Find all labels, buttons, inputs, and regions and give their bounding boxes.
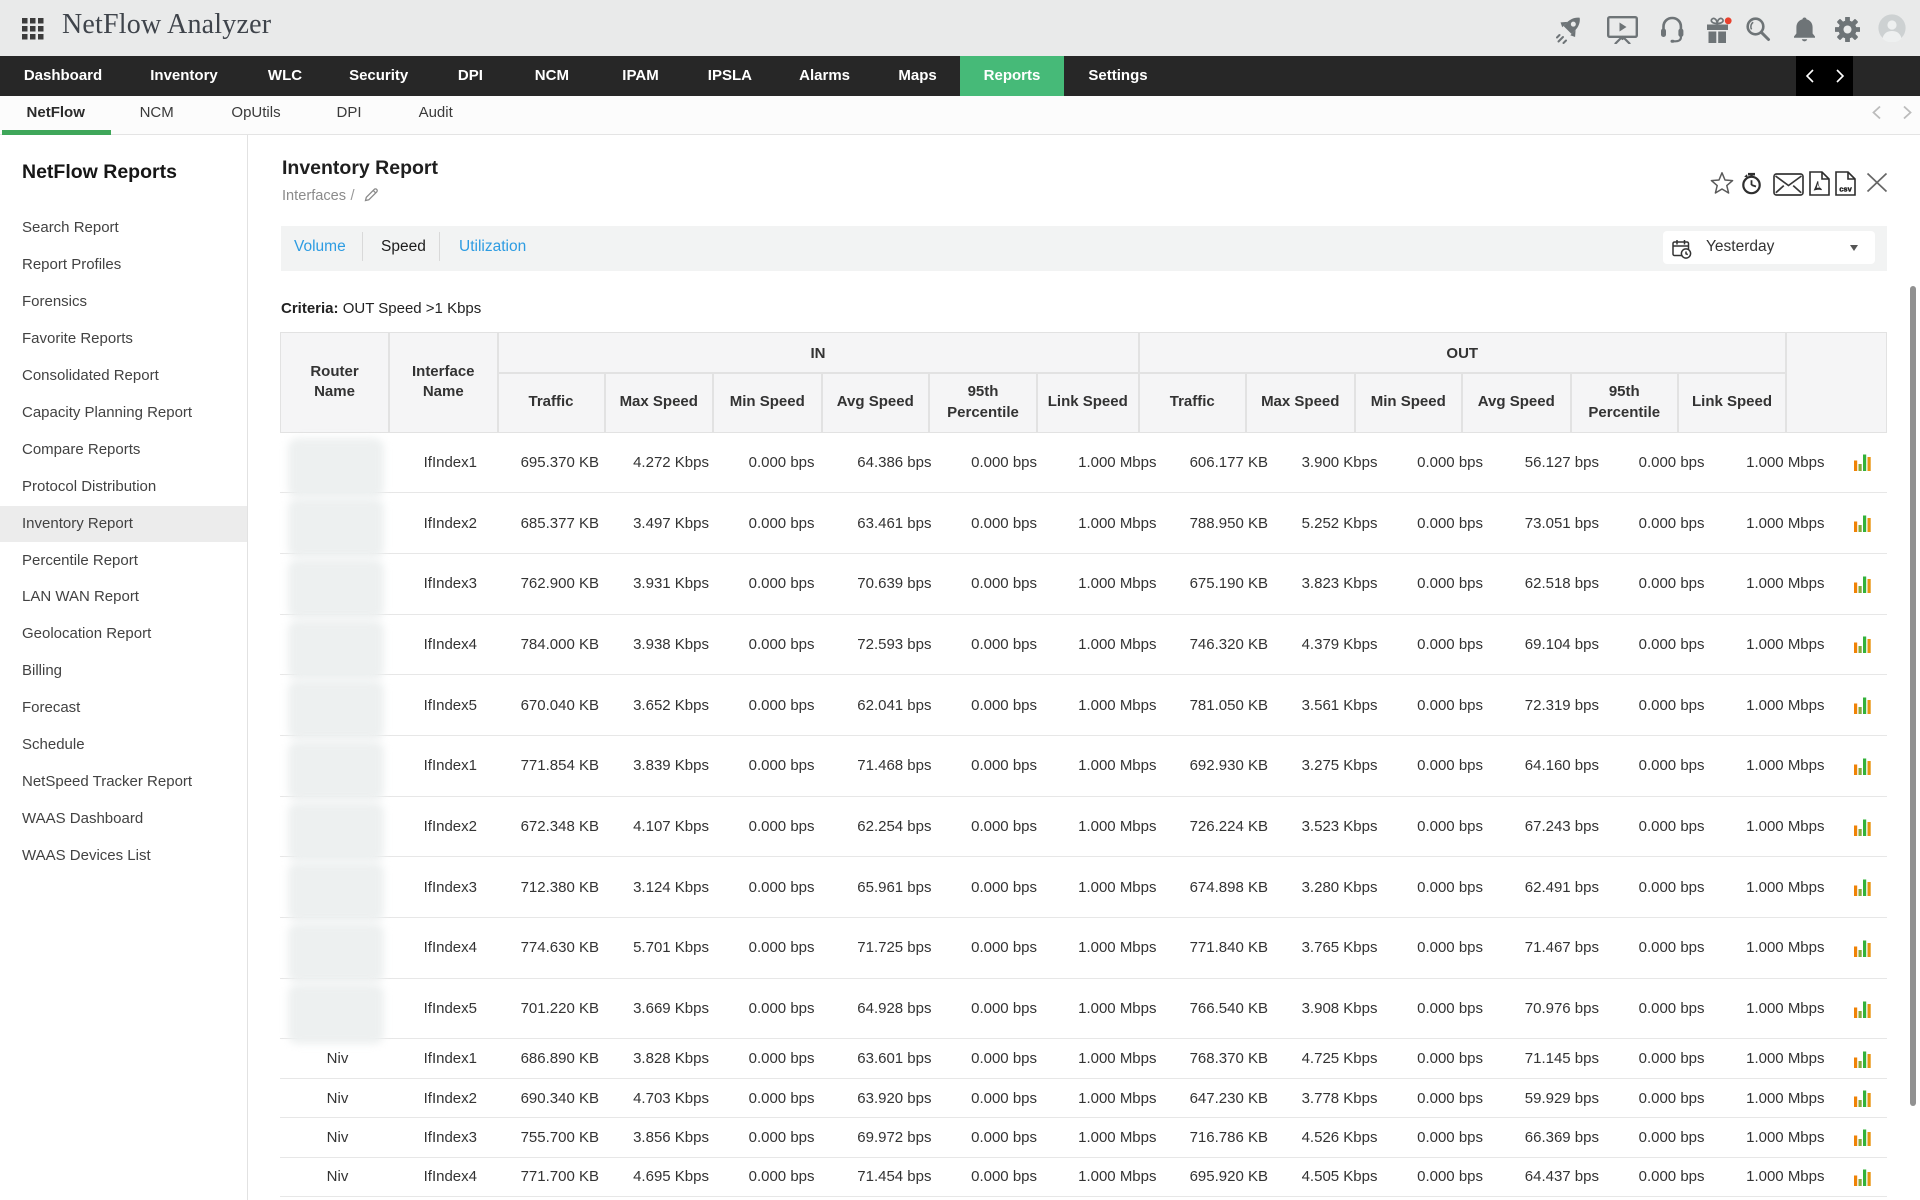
svg-text:csv: csv	[1839, 185, 1852, 194]
